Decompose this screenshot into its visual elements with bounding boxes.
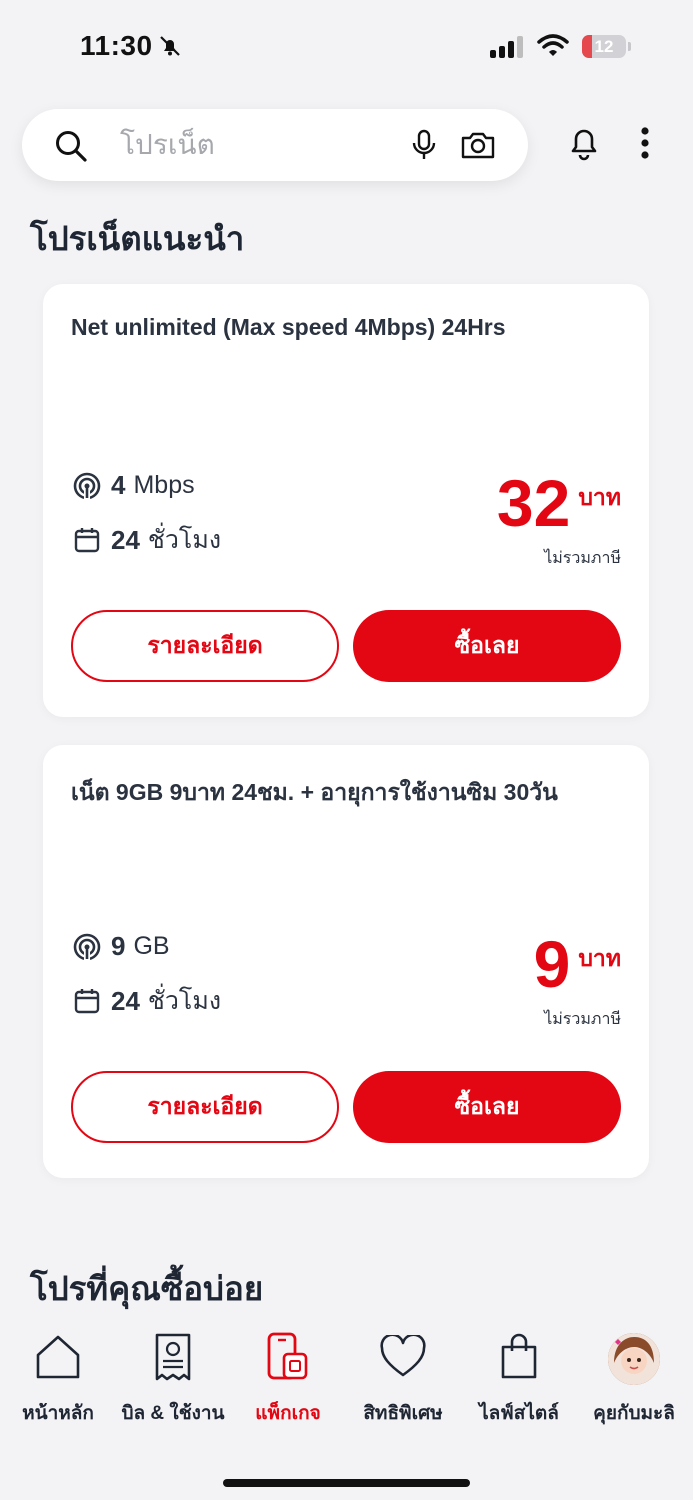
- price-currency: บาท: [578, 484, 621, 510]
- price-tax-note: ไม่รวมภาษี: [544, 550, 621, 567]
- battery-level: 12: [594, 37, 614, 56]
- details-button[interactable]: รายละเอียด: [71, 1071, 339, 1143]
- cellular-signal-icon: [490, 36, 526, 63]
- status-bar: 11:30 12: [0, 0, 693, 92]
- more-options-icon[interactable]: [640, 126, 650, 165]
- search-icon[interactable]: [54, 129, 88, 168]
- nav-label: หน้าหลัก: [22, 1403, 94, 1424]
- price-amount: 32: [496, 466, 571, 540]
- nav-item-chat-mali[interactable]: คุยกับมะลิ: [576, 1332, 692, 1428]
- signal-broadcast-icon: [73, 472, 101, 501]
- package-duration-value: 24: [111, 985, 140, 1016]
- bottom-navigation: หน้าหลัก บิล & ใช้งาน แพ็กเกจ สิทธิพิเศษ…: [0, 1318, 693, 1500]
- package-duration-unit: ชั่วโมง: [147, 987, 222, 1015]
- search-bar[interactable]: [22, 109, 528, 181]
- package-title: เน็ต 9GB 9บาท 24ชม. + อายุการใช้งานซิม 3…: [71, 779, 558, 805]
- shopping-bag-icon: [499, 1333, 539, 1386]
- price-amount: 9: [533, 927, 571, 1001]
- package-card[interactable]: Net unlimited (Max speed 4Mbps) 24Hrs 4 …: [43, 284, 649, 717]
- package-data-spec: 9 GB: [73, 931, 170, 962]
- section-title-recommended: โปรเน็ตแนะนำ: [30, 220, 245, 257]
- package-price: 32 บาท ไม่รวมภาษี: [497, 470, 621, 571]
- nav-label: คุยกับมะลิ: [593, 1403, 675, 1424]
- package-duration-spec: 24 ชั่วโมง: [73, 520, 221, 560]
- package-card[interactable]: เน็ต 9GB 9บาท 24ชม. + อายุการใช้งานซิม 3…: [43, 745, 649, 1178]
- signal-broadcast-icon: [73, 933, 101, 962]
- package-title: Net unlimited (Max speed 4Mbps) 24Hrs: [71, 314, 506, 340]
- details-button[interactable]: รายละเอียด: [71, 610, 339, 682]
- wifi-icon: [537, 34, 569, 63]
- battery-indicator: 12: [582, 35, 626, 58]
- avatar: [608, 1333, 660, 1385]
- buy-now-button[interactable]: ซื้อเลย: [353, 1071, 621, 1143]
- home-indicator: [223, 1479, 470, 1487]
- nav-label: แพ็กเกจ: [255, 1403, 321, 1424]
- package-data-unit: GB: [133, 932, 170, 960]
- nav-item-lifestyle[interactable]: ไลฟ์สไตล์: [461, 1332, 577, 1428]
- silent-mode-icon: [158, 34, 182, 63]
- calendar-icon: [73, 526, 101, 554]
- package-duration-value: 24: [111, 524, 140, 555]
- section-title-frequent: โปรที่คุณซื้อบ่อย: [30, 1270, 264, 1307]
- status-time: 11:30: [80, 30, 153, 61]
- price-currency: บาท: [578, 945, 621, 971]
- camera-icon[interactable]: [460, 129, 496, 166]
- nav-item-package[interactable]: แพ็กเกจ: [230, 1332, 346, 1428]
- package-data-spec: 4 Mbps: [73, 470, 195, 501]
- nav-label: บิล & ใช้งาน: [121, 1403, 225, 1424]
- package-duration-unit: ชั่วโมง: [147, 526, 222, 554]
- search-input[interactable]: [120, 123, 400, 167]
- nav-label: สิทธิพิเศษ: [363, 1403, 443, 1424]
- package-data-value: 4: [111, 470, 126, 500]
- package-data-unit: Mbps: [133, 471, 195, 499]
- nav-label: ไลฟ์สไตล์: [479, 1403, 559, 1424]
- package-data-value: 9: [111, 931, 126, 961]
- microphone-icon[interactable]: [410, 129, 438, 166]
- home-icon: [34, 1333, 82, 1386]
- notification-bell-icon[interactable]: [566, 124, 602, 167]
- buy-now-button[interactable]: ซื้อเลย: [353, 610, 621, 682]
- package-duration-spec: 24 ชั่วโมง: [73, 981, 221, 1021]
- package-price: 9 บาท ไม่รวมภาษี: [534, 931, 621, 1032]
- heart-icon: [379, 1332, 427, 1384]
- nav-item-privileges[interactable]: สิทธิพิเศษ: [345, 1332, 461, 1428]
- nav-item-bill[interactable]: บิล & ใช้งาน: [115, 1332, 231, 1428]
- bill-icon: [153, 1333, 193, 1386]
- package-icon: [266, 1332, 310, 1387]
- price-tax-note: ไม่รวมภาษี: [544, 1011, 621, 1028]
- nav-item-home[interactable]: หน้าหลัก: [0, 1332, 116, 1428]
- calendar-icon: [73, 987, 101, 1015]
